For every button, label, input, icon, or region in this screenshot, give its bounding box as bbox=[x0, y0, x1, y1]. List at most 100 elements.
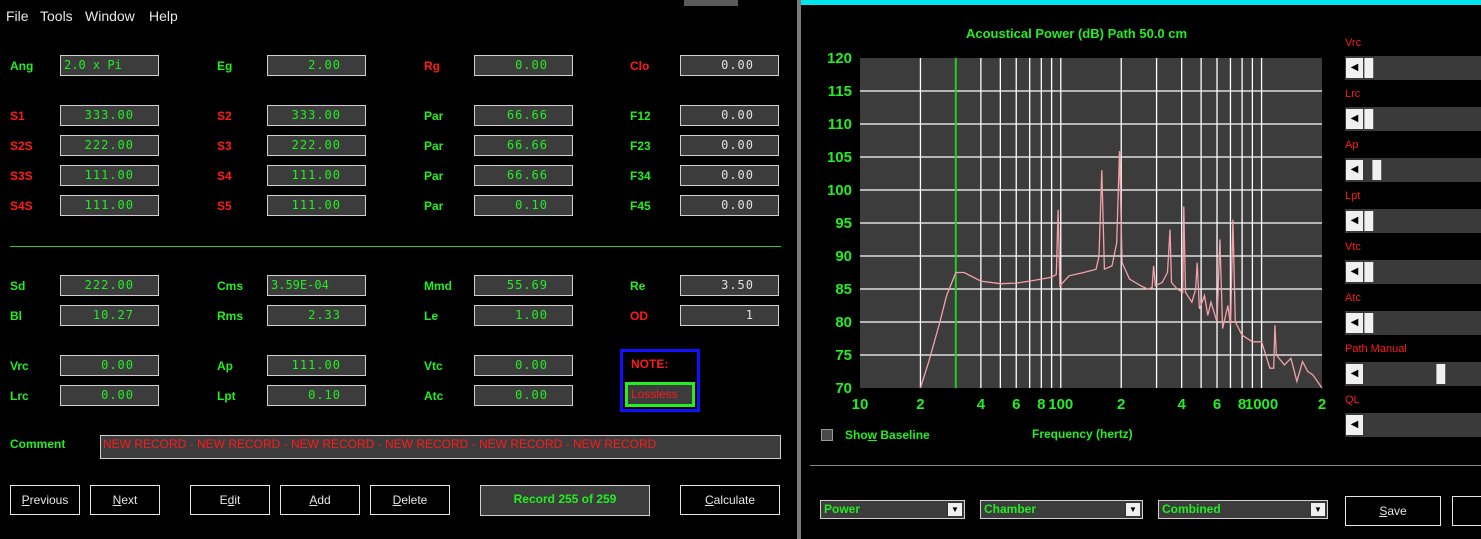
param-label-s4s: S4S bbox=[10, 199, 33, 213]
param-field-s5[interactable]: 111.00 bbox=[267, 195, 366, 216]
param-field-sd[interactable]: 222.00 bbox=[60, 275, 159, 296]
combined-dropdown[interactable]: Combined ▼ bbox=[1158, 500, 1328, 519]
bottom-separator bbox=[810, 465, 1481, 466]
menu-file[interactable]: File bbox=[6, 8, 29, 24]
slider-thumb[interactable] bbox=[1364, 211, 1374, 231]
chevron-left-icon[interactable]: ◀ bbox=[1346, 415, 1363, 435]
comment-field[interactable]: NEW RECORD - NEW RECORD - NEW RECORD - N… bbox=[100, 435, 781, 459]
menu-tools[interactable]: Tools bbox=[40, 8, 73, 24]
calculate-accel: C bbox=[704, 493, 714, 507]
menu-tab-indicator bbox=[684, 0, 738, 6]
chevron-left-icon[interactable]: ◀ bbox=[1346, 364, 1363, 384]
param-field-lrc[interactable]: 0.00 bbox=[60, 385, 159, 406]
param-field-atc[interactable]: 0.00 bbox=[474, 385, 573, 406]
slider-vrc[interactable]: ◀ bbox=[1345, 56, 1481, 80]
chevron-left-icon[interactable]: ◀ bbox=[1346, 313, 1363, 333]
param-field-s1[interactable]: 333.00 bbox=[60, 105, 159, 126]
save-button[interactable]: Save bbox=[1345, 496, 1441, 526]
edit-button[interactable]: Edit bbox=[190, 485, 270, 515]
chevron-left-icon[interactable]: ◀ bbox=[1346, 262, 1363, 282]
param-field-bl[interactable]: 10.27 bbox=[60, 305, 159, 326]
param-field-cms[interactable]: 3.59E-04 bbox=[267, 275, 366, 296]
chevron-left-icon[interactable]: ◀ bbox=[1346, 160, 1363, 180]
chevron-down-icon[interactable]: ▼ bbox=[947, 502, 963, 517]
param-label-bl: Bl bbox=[10, 309, 22, 323]
slider-path[interactable]: ◀ bbox=[1345, 362, 1481, 386]
param-field-od[interactable]: 1 bbox=[680, 305, 779, 326]
param-field-ap[interactable]: 111.00 bbox=[267, 355, 366, 376]
slider-thumb[interactable] bbox=[1372, 160, 1382, 180]
x-tick-label: 4 bbox=[977, 396, 986, 413]
record-status: Record 255 of 259 bbox=[480, 485, 650, 516]
param-field-rms[interactable]: 2.33 bbox=[267, 305, 366, 326]
param-field-s2s[interactable]: 222.00 bbox=[60, 135, 159, 156]
param-field-f34[interactable]: 0.00 bbox=[680, 165, 779, 186]
param-field-le[interactable]: 1.00 bbox=[474, 305, 573, 326]
param-field-ang[interactable]: 2.0 x Pi bbox=[60, 55, 159, 76]
param-field-f23[interactable]: 0.00 bbox=[680, 135, 779, 156]
power-dropdown[interactable]: Power ▼ bbox=[820, 500, 965, 519]
slider-thumb[interactable] bbox=[1364, 58, 1374, 78]
slider-thumb[interactable] bbox=[1364, 109, 1374, 129]
slider-ap[interactable]: ◀ bbox=[1345, 158, 1481, 182]
menu-help[interactable]: Help bbox=[149, 8, 178, 24]
param-field-par1[interactable]: 66.66 bbox=[474, 105, 573, 126]
menu-bar: File Tools Window Help bbox=[0, 0, 797, 32]
slider-atc[interactable]: ◀ bbox=[1345, 311, 1481, 335]
param-label-lpt: Lpt bbox=[217, 389, 236, 403]
param-field-s2[interactable]: 333.00 bbox=[267, 105, 366, 126]
param-field-s3s[interactable]: 111.00 bbox=[60, 165, 159, 186]
param-field-vrc[interactable]: 0.00 bbox=[60, 355, 159, 376]
delete-button[interactable]: Delete bbox=[370, 485, 450, 515]
slider-thumb[interactable] bbox=[1364, 313, 1374, 333]
menu-window[interactable]: Window bbox=[85, 8, 135, 24]
param-field-s4s[interactable]: 111.00 bbox=[60, 195, 159, 216]
show-baseline-label[interactable]: Show Baseline bbox=[845, 428, 930, 442]
param-label-s3: S3 bbox=[217, 139, 232, 153]
param-field-par3[interactable]: 66.66 bbox=[474, 165, 573, 186]
chevron-down-icon[interactable]: ▼ bbox=[1310, 502, 1326, 517]
param-label-ang: Ang bbox=[10, 59, 34, 73]
param-field-vtc[interactable]: 0.00 bbox=[474, 355, 573, 376]
param-label-par4: Par bbox=[424, 199, 444, 213]
show-baseline-checkbox[interactable] bbox=[821, 429, 833, 441]
previous-button[interactable]: Previous bbox=[10, 485, 80, 515]
chamber-dropdown[interactable]: Chamber ▼ bbox=[980, 500, 1143, 519]
param-field-lpt[interactable]: 0.10 bbox=[267, 385, 366, 406]
x-tick-label: 10 bbox=[852, 396, 869, 413]
param-field-f12[interactable]: 0.00 bbox=[680, 105, 779, 126]
param-field-par2[interactable]: 66.66 bbox=[474, 135, 573, 156]
slider-vtc[interactable]: ◀ bbox=[1345, 260, 1481, 284]
next-button[interactable]: Next bbox=[90, 485, 160, 515]
param-label-rg: Rg bbox=[424, 59, 440, 73]
param-field-f45[interactable]: 0.00 bbox=[680, 195, 779, 216]
edit-text-a: E bbox=[219, 493, 228, 507]
chevron-left-icon[interactable]: ◀ bbox=[1346, 58, 1363, 78]
delete-text: elete bbox=[401, 493, 428, 507]
note-field[interactable]: Lossless bbox=[625, 382, 695, 407]
param-field-re[interactable]: 3.50 bbox=[680, 275, 779, 296]
slider-thumb[interactable] bbox=[1436, 364, 1446, 384]
slider-thumb[interactable] bbox=[1364, 262, 1374, 282]
slider-lrc[interactable]: ◀ bbox=[1345, 107, 1481, 131]
param-field-eg[interactable]: 2.00 bbox=[267, 55, 366, 76]
show-baseline-text-a: Sho bbox=[845, 428, 868, 442]
x-axis-label: Frequency (hertz) bbox=[1032, 427, 1133, 441]
x-tick-label: 8 bbox=[1037, 396, 1045, 413]
param-field-par4[interactable]: 0.10 bbox=[474, 195, 573, 216]
param-field-mmd[interactable]: 55.69 bbox=[474, 275, 573, 296]
extra-button-partial[interactable] bbox=[1452, 496, 1481, 526]
param-field-s4[interactable]: 111.00 bbox=[267, 165, 366, 186]
param-field-clo[interactable]: 0.00 bbox=[680, 55, 779, 76]
slider-ql[interactable]: ◀ bbox=[1345, 413, 1481, 437]
slider-label-lpt: Lpt bbox=[1345, 190, 1361, 202]
param-label-sd: Sd bbox=[10, 279, 26, 293]
chevron-down-icon[interactable]: ▼ bbox=[1125, 502, 1141, 517]
chevron-left-icon[interactable]: ◀ bbox=[1346, 109, 1363, 129]
add-button[interactable]: Add bbox=[280, 485, 360, 515]
param-field-s3[interactable]: 222.00 bbox=[267, 135, 366, 156]
calculate-button[interactable]: Calculate bbox=[680, 485, 780, 515]
chevron-left-icon[interactable]: ◀ bbox=[1346, 211, 1363, 231]
slider-lpt[interactable]: ◀ bbox=[1345, 209, 1481, 233]
param-field-rg[interactable]: 0.00 bbox=[474, 55, 573, 76]
